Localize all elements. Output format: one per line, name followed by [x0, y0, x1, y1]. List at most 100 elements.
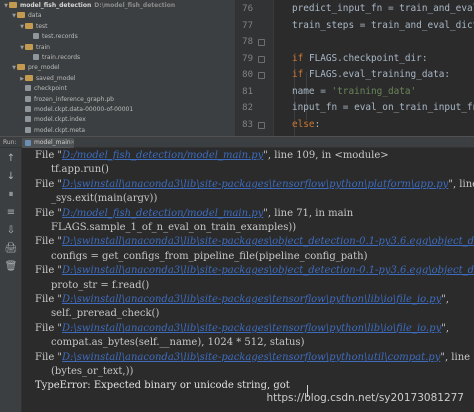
tree-file[interactable]: frozen_inference_graph.pb: [19, 95, 114, 105]
traceback-file-line: File "D:\swinstall\anaconda3\lib\site-pa…: [35, 235, 474, 249]
traceback-code-line: FLAGS.sample_1_of_n_eval_on_train_exampl…: [51, 222, 297, 233]
file-path-link[interactable]: D:\swinstall\anaconda3\lib\site-packages…: [62, 323, 441, 334]
file-path-link[interactable]: D:/model_fish_detection/model_main.py: [62, 208, 263, 219]
folder-icon: [17, 64, 25, 71]
run-side-toolbar: ↑ ↓ ⏸ ≡ ⇩ 🖨 🗑: [0, 148, 22, 412]
tab-model-main[interactable]: model_main: [22, 138, 74, 148]
traceback-suffix: ", line: [440, 351, 471, 363]
tree-item-label: pre_model: [28, 64, 60, 72]
tree-folder[interactable]: ▼ model_fish_detection D:\model_fish_detec…: [3, 1, 175, 11]
tree-item-label: train.records: [42, 54, 81, 61]
tree-file[interactable]: model.ckpt.meta: [19, 126, 85, 136]
traceback-file-line: File "D:\swinstall\anaconda3\lib\site-pa…: [35, 351, 470, 365]
file-icon: [25, 85, 31, 92]
tree-folder[interactable]: ▼ pre_model: [11, 63, 60, 73]
line-number: 79: [242, 53, 253, 64]
code-line: predict_input_fn = train_and_eval_d: [292, 3, 474, 14]
tree-item-label: model_fish_detection: [20, 2, 92, 9]
close-icon[interactable]: ×: [70, 137, 75, 148]
folder-icon: [25, 22, 33, 29]
traceback-suffix: ", line 71, in main: [263, 207, 354, 219]
folder-icon: [17, 12, 25, 19]
code-line: train_steps = train_and_eval_dict['tr: [292, 19, 474, 31]
scroll-to-end-icon[interactable]: ⇩: [3, 224, 19, 238]
soft-wrap-icon[interactable]: ≡: [3, 206, 19, 220]
tree-folder[interactable]: ▼ train: [19, 43, 50, 53]
traceback-prefix: File ": [35, 178, 63, 190]
file-icon: [33, 33, 39, 40]
tree-item-label: saved_model: [36, 74, 76, 82]
traceback-suffix: ",: [441, 322, 449, 334]
traceback-suffix: ",: [441, 294, 449, 305]
tree-item-label: checkpoint: [34, 85, 67, 93]
traceback-code-line: _sys.exit(main(argv)): [51, 193, 158, 205]
tree-item-label: test: [36, 22, 48, 30]
file-path-link[interactable]: D:\swinstall\anaconda3\lib\site-packages…: [62, 236, 474, 247]
tree-folder[interactable]: ▼ data: [11, 11, 42, 21]
fold-marker-icon[interactable]: [258, 39, 265, 46]
scroll-up-icon[interactable]: ↑: [3, 152, 19, 166]
tree-file[interactable]: model.ckpt.index: [19, 115, 86, 125]
traceback-file-line: File "D:/model_fish_detection/model_main…: [35, 207, 353, 221]
line-number: 77: [242, 20, 253, 31]
traceback-suffix: ", line 109, in <module>: [263, 150, 389, 161]
editor-gutter: 76 77 78 79 80 81 82 83: [236, 0, 274, 136]
traceback-code-line: proto_str = f.read(): [51, 279, 150, 291]
folder-icon: [25, 74, 33, 81]
file-icon: [25, 116, 31, 123]
traceback-file-line: File "D:\swinstall\anaconda3\lib\site-pa…: [35, 322, 449, 336]
tree-file[interactable]: model.ckpt.data-00000-of-00001: [19, 105, 133, 115]
tree-item-label: test.records: [42, 33, 78, 41]
console-output[interactable]: File "D:/model_fish_detection/model_main…: [22, 148, 474, 412]
file-path-link[interactable]: D:\swinstall\anaconda3\lib\site-packages…: [62, 265, 474, 276]
fold-marker-icon[interactable]: [258, 72, 265, 79]
traceback-file-line: File "D:\swinstall\anaconda3\lib\site-pa…: [35, 264, 474, 278]
traceback-code-line: (bytes_or_text,)): [51, 366, 134, 377]
traceback-prefix: File ": [35, 265, 63, 277]
file-path-link[interactable]: D:\swinstall\anaconda3\lib\site-packages…: [62, 179, 448, 190]
tab-label: model_main: [34, 139, 71, 146]
fold-marker-icon[interactable]: [258, 121, 265, 129]
file-path-link[interactable]: D:\swinstall\anaconda3\lib\site-packages…: [62, 294, 441, 305]
fold-marker-icon[interactable]: [258, 55, 265, 63]
watermark: https://blog.csdn.net/sy20173081277: [266, 392, 465, 404]
tree-folder[interactable]: ▶ saved_model: [19, 74, 76, 84]
tree-file[interactable]: test.records: [27, 32, 78, 42]
line-number: 80: [242, 70, 253, 80]
tree-file[interactable]: train.records: [27, 53, 80, 63]
file-icon: [33, 54, 39, 60]
file-path-link[interactable]: D:\swinstall\anaconda3\lib\site-packages…: [62, 352, 440, 363]
code-line: else:: [292, 118, 321, 130]
traceback-code-line: self._preread_check(): [51, 308, 160, 320]
traceback-prefix: File ": [35, 150, 63, 161]
code-editor[interactable]: 76 77 78 79 80 81 82 83 predict_input_fn = trai…: [236, 0, 474, 136]
print-icon[interactable]: 🖨: [3, 242, 19, 256]
run-tool-window-header: Run: model_main ×: [0, 136, 474, 148]
tree-file[interactable]: checkpoint: [19, 84, 67, 94]
tree-item-path: D:\model_fish_detection: [94, 2, 176, 9]
traceback-code-line: configs = get_configs_from_pipeline_file…: [51, 250, 368, 262]
tree-folder[interactable]: ▼ test: [19, 22, 48, 32]
run-label: Run:: [3, 139, 17, 146]
code-line: input_fn = eval_on_train_input_fn: [292, 102, 474, 113]
pause-icon[interactable]: ⏸: [3, 188, 19, 202]
scroll-down-icon[interactable]: ↓: [3, 170, 19, 184]
python-run-icon: [25, 140, 31, 146]
file-path-link[interactable]: D:/model_fish_detection/model_main.py: [62, 150, 263, 161]
folder-icon: [9, 2, 17, 8]
traceback-file-line: File "D:\swinstall\anaconda3\lib\site-pa…: [35, 293, 449, 307]
file-icon: [25, 126, 31, 133]
tree-item-label: train: [36, 43, 50, 51]
line-number: 83: [242, 119, 253, 130]
traceback-suffix: ", line: [448, 178, 474, 190]
code-line: name = 'training_data': [292, 85, 417, 97]
file-icon: [25, 95, 31, 102]
trash-icon[interactable]: 🗑: [3, 260, 19, 274]
folder-icon: [25, 43, 33, 50]
code-line: if FLAGS.checkpoint_dir:: [292, 52, 428, 64]
tree-item-label: frozen_inference_graph.pb: [34, 95, 114, 103]
line-number: 82: [242, 103, 253, 113]
traceback-file-line: File "D:/model_fish_detection/model_main…: [35, 149, 389, 163]
code-line: if FLAGS.eval_training_data:: [292, 69, 451, 80]
tree-item-label: model.ckpt.data-00000-of-00001: [34, 106, 134, 113]
